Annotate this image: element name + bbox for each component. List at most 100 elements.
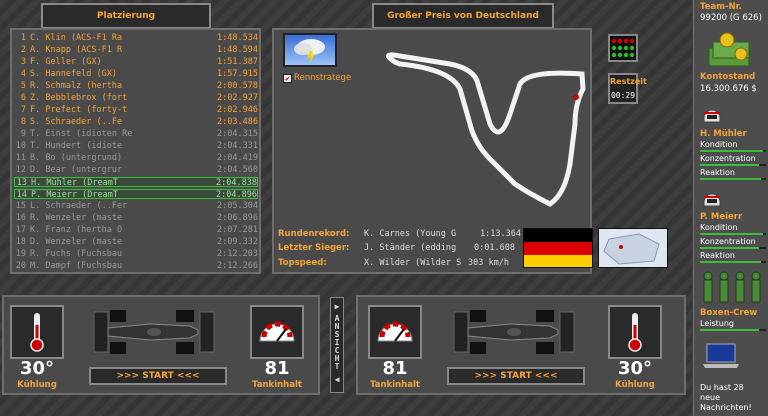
arrow-right-icon: ▶ (334, 302, 340, 311)
driver1-name: H. Mühler (700, 129, 747, 139)
messages-text[interactable]: Du hast 28 neue Nachrichten! (700, 383, 766, 413)
standings-name: L. Schraeder (..Fer (30, 201, 128, 211)
thermometer-icon (10, 305, 64, 359)
ansicht-label: ANSICHT (334, 314, 340, 371)
standings-name: M. Dampf (Fuchsbau (30, 261, 123, 271)
standings-row: 16 R. Wenzeler (maste 2:06.896 (14, 213, 258, 223)
standings-name: Z. Bebblebrox (fort (30, 93, 128, 103)
standings-time: 2:04.838 (216, 178, 257, 188)
standings-time: 1:51.387 (217, 57, 258, 67)
sieger-name: J. Ständer (edding (364, 243, 457, 253)
standings-row: 6 Z. Bebblebrox (fort 2:02.927 (14, 93, 258, 103)
standings-pos: 5 (20, 81, 26, 91)
standings-time: 1:57.915 (217, 69, 258, 79)
standings-pos: 4 (20, 69, 26, 79)
standings-row: 1 C. Klin (ACS-F1 Ra 1:48.534 (14, 33, 258, 43)
team-value: 99200 (G 626) (700, 13, 762, 23)
driver2-name: P. Meierr (700, 212, 743, 222)
rennstratege-checkbox[interactable]: ✔ (283, 74, 292, 83)
restzeit-value: 00:29 (610, 91, 636, 100)
standings-time: 2:06.896 (217, 213, 258, 223)
standings-time: 2:09.332 (217, 237, 258, 247)
standings-time: 2:07.281 (217, 225, 258, 235)
speed-row: Topspeed: (278, 258, 327, 268)
right-start-button[interactable]: >>> START <<< (447, 367, 585, 385)
standings-time: 2:03.486 (217, 117, 258, 127)
race-title: Großer Preis von Deutschland (372, 3, 554, 29)
speed-name: X. Wilder (Wilder S (364, 258, 462, 268)
team-label: Team-Nr. (700, 2, 742, 12)
car-icon (450, 306, 578, 358)
driver2-kondition-label: Kondition (700, 223, 738, 232)
standings-pos: 8 (20, 117, 26, 127)
standings-name: S. Hannefeld (GX) (30, 69, 117, 79)
standings-row: 12 D. Bear (untergrur 2:04.560 (14, 165, 258, 175)
standings-time: 2:02.927 (217, 93, 258, 103)
fuel-gauge-icon (368, 305, 422, 359)
standings-name: R. Schmalz (hertha (30, 81, 123, 91)
standings-pos: 1 (20, 33, 26, 43)
rekord-label: Rundenrekord: (278, 229, 350, 239)
standings-row: 2 A. Knapp (ACS-F1 R 1:48.594 (14, 45, 258, 55)
standings-time: 2:04.896 (216, 190, 257, 200)
standings-name: T. Hundert (idiote (30, 141, 123, 151)
standings-row: 4 S. Hannefeld (GX) 1:57.915 (14, 69, 258, 79)
driver1-konzentration-bar (700, 164, 766, 166)
standings-row: 19 R. Fuchs (Fuchsbau 2:12.203 (14, 249, 258, 259)
left-temp-value: 30° (19, 358, 55, 379)
standings-name: H. Mühler (DreamT (31, 178, 118, 188)
standings-pos: 12 (15, 165, 26, 175)
standings-row: 14 P. Meierr (DreamT 2:04.896 (14, 189, 258, 200)
standings-time: 2:12.203 (217, 249, 258, 259)
standings-pos: 15 (15, 201, 26, 211)
driver1-reaktion-bar (700, 178, 766, 180)
start-lights-icon (608, 34, 638, 62)
crew-leistung-bar (700, 329, 766, 331)
standings-pos: 19 (15, 249, 26, 259)
standings-row: 20 M. Dampf (Fuchsbau 2:12.266 (14, 261, 258, 271)
standings-name: R. Wenzeler (maste (30, 213, 123, 223)
standings-time: 2:04.560 (217, 165, 258, 175)
speed-label: Topspeed: (278, 258, 327, 268)
track-map (386, 52, 586, 207)
left-start-button[interactable]: >>> START <<< (89, 367, 227, 385)
standings-pos: 16 (15, 213, 26, 223)
restzeit-box: Restzeit 00:29 (608, 73, 647, 104)
country-map-icon (598, 228, 668, 268)
ansicht-toggle[interactable]: ▶ ANSICHT ◀ (330, 297, 344, 393)
germany-flag-icon (523, 228, 593, 268)
standings-time: 2:05.304 (217, 201, 258, 211)
rekord-time: 1:13.364 (480, 229, 521, 239)
standings-pos: 2 (20, 45, 26, 55)
standings-time: 2:02.946 (217, 105, 258, 115)
driver1-konzentration-label: Konzentration (700, 154, 756, 163)
driver2-konzentration-label: Konzentration (700, 237, 756, 246)
standings-pos: 14 (16, 190, 27, 200)
right-fuel-value: 81 (382, 358, 408, 379)
standings-pos: 3 (20, 57, 26, 67)
fuel-gauge-icon (250, 305, 304, 359)
driver2-reaktion-label: Reaktion (700, 251, 735, 260)
standings-time: 2:00.578 (217, 81, 258, 91)
standings-row: 15 L. Schraeder (..Fer 2:05.304 (14, 201, 258, 211)
standings-row: 8 S. Schraeder (..Fe 2:03.486 (14, 117, 258, 127)
standings-pos: 10 (15, 141, 26, 151)
standings-pos: 7 (20, 105, 26, 115)
crew-leistung-label: Leistung (700, 319, 734, 328)
standings-name: F. Prefect (forty-t (30, 105, 128, 115)
konto-value: 16.300.676 $ (700, 84, 757, 94)
standings-pos: 6 (20, 93, 26, 103)
laptop-icon[interactable] (703, 342, 739, 373)
standings-row: 5 R. Schmalz (hertha 2:00.578 (14, 81, 258, 91)
driver2-konzentration-bar (700, 247, 766, 249)
standings-pos: 17 (15, 225, 26, 235)
standings-name: D. Wenzeler (maste (30, 237, 123, 247)
standings-row: 7 F. Prefect (forty-t 2:02.946 (14, 105, 258, 115)
standings-row: 9 T. Einst (idioten Re 2:04.315 (14, 129, 258, 139)
standings-time: 2:04.419 (217, 153, 258, 163)
standings-pos: 20 (15, 261, 26, 271)
sieger-time: 0:01.608 (474, 243, 515, 253)
rekord-row: Rundenrekord: (278, 229, 349, 239)
standings-name: T. Einst (idioten Re (30, 129, 133, 139)
arrow-left-icon: ◀ (334, 375, 340, 384)
